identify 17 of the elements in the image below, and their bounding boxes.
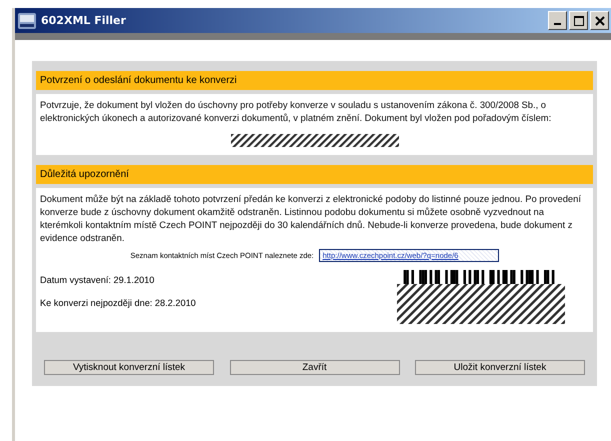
maximize-button[interactable] xyxy=(569,11,588,30)
window-title: 602XML Filler xyxy=(41,14,127,27)
section-text: Potvrzuje, že dokument byl vložen do úschovny pro potřeby konverze v souladu s ustanovením zákona č. 300/2008 Sb., o elektronických úkonech a autorizované konverzi dokumentů, v platném znění. Dokument byl vložen pod pořadovým číslem: xyxy=(40,98,552,124)
minimize-button[interactable] xyxy=(548,11,567,30)
app-icon xyxy=(18,12,36,28)
close-button[interactable] xyxy=(590,11,609,30)
action-button[interactable]: Vytisknout konverzní lístek xyxy=(44,360,214,375)
deadline-date: Ke konverzi nejpozději dne: 28.2.2010 xyxy=(40,298,196,308)
action-button[interactable]: Zavřít xyxy=(230,360,400,375)
close-icon xyxy=(594,16,604,26)
maximize-icon xyxy=(574,16,584,26)
section-text: Dokument může být na základě tohoto potvrzení předán ke konverzi z elektronické podoby do listinné pouze jednou. Po provedení konverze bude z úschovny dokument okamžitě odstraněn. Listinnou podobu dokumentu si můžete osobně vyzvednout na kterémkoli kontaktním místě Czech POINT nejpozději do 30 kalendářních dnů. Nebude-li konverze provedena, bude dokument z evidence odstraněn. xyxy=(40,192,582,244)
issue-date: Datum vystavení: 29.1.2010 xyxy=(40,275,156,285)
minimize-icon xyxy=(554,22,561,24)
action-button[interactable]: Uložit konverzní lístek xyxy=(415,360,585,375)
section-heading: Potvrzení o odeslání dokumentu ke konverzi xyxy=(36,71,593,90)
section-heading: Důležitá upozornění xyxy=(36,165,593,184)
